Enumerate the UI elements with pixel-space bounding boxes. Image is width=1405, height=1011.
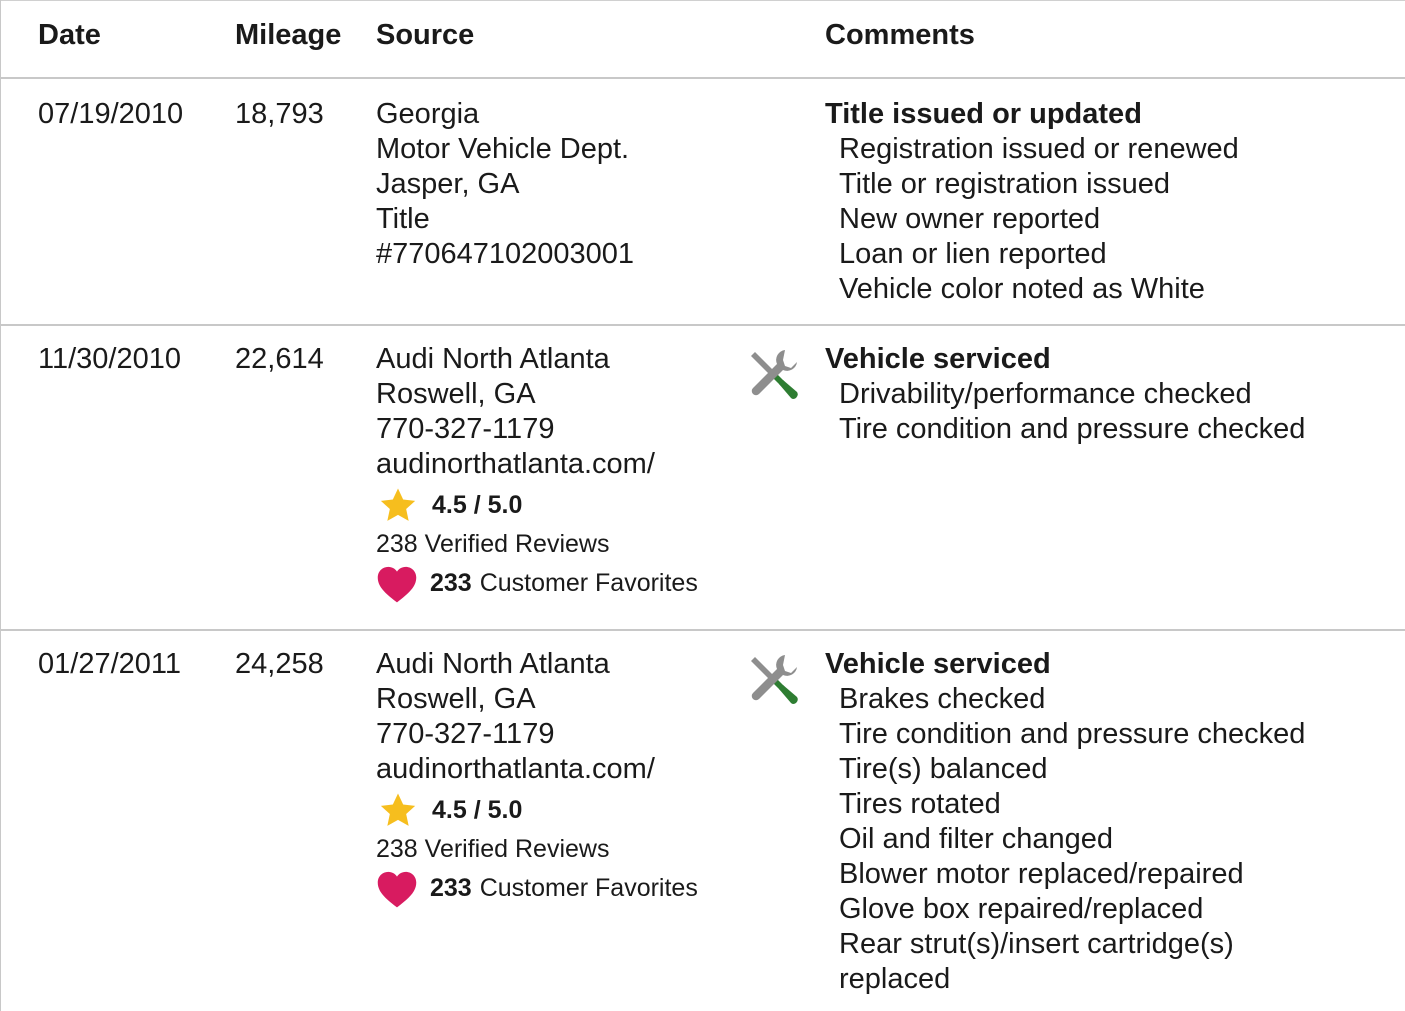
source-line: Georgia <box>376 98 480 130</box>
row-date: 07/19/2010 <box>38 98 184 130</box>
row-source: Audi North Atlanta Roswell, GA 770-327-1… <box>376 647 698 908</box>
table-row: 01/27/2011 24,258 Audi North Atlanta Ros… <box>1 631 1405 1011</box>
comment-item: Oil and filter changed <box>839 823 1114 855</box>
verified-reviews-link[interactable]: 238 Verified Reviews <box>376 830 698 869</box>
star-icon <box>380 793 416 826</box>
service-tools-icon <box>751 655 798 704</box>
comment-item: Brakes checked <box>839 683 1046 715</box>
favorites-count: 233 <box>430 874 472 902</box>
comment-item: Drivability/performance checked <box>839 378 1252 410</box>
comment-title: Title issued or updated <box>825 98 1142 130</box>
star-icon <box>380 488 416 521</box>
dealer-name-link[interactable]: Audi North Atlanta <box>376 647 698 682</box>
dealer-website-link[interactable]: audinorthatlanta.com/ <box>376 752 698 787</box>
table-row: 07/19/2010 18,793 Georgia Motor Vehicle … <box>1 79 1405 326</box>
rating-value: 4.5 / 5.0 <box>432 491 523 519</box>
row-comments: Vehicle serviced Drivability/performance… <box>825 342 1305 447</box>
header-date: Date <box>38 19 101 51</box>
comment-item: Tire condition and pressure checked <box>839 413 1306 445</box>
dealer-rating: 4.5 / 5.0 <box>376 791 698 830</box>
comment-item: Loan or lien reported <box>839 238 1107 270</box>
source-line: Jasper, GA <box>376 168 520 200</box>
header-comments: Comments <box>825 19 975 51</box>
comment-item: Registration issued or renewed <box>839 133 1239 165</box>
comment-item: replaced <box>839 963 951 995</box>
dealer-rating: 4.5 / 5.0 <box>376 486 698 525</box>
dealer-phone[interactable]: 770-327-1179 <box>376 717 698 752</box>
table-header: Date Mileage Source Comments <box>1 0 1405 79</box>
comment-item: Vehicle color noted as White <box>839 273 1205 305</box>
row-comments: Vehicle serviced Brakes checked Tire con… <box>825 647 1305 997</box>
comment-item: Tire(s) balanced <box>839 753 1048 785</box>
source-line: Title <box>376 203 430 235</box>
row-mileage: 22,614 <box>235 343 324 375</box>
customer-favorites: 233 Customer Favorites <box>376 564 698 603</box>
source-line: #770647102003001 <box>376 238 635 270</box>
comment-item: Rear strut(s)/insert cartridge(s) <box>839 928 1234 960</box>
source-line: Motor Vehicle Dept. <box>376 133 630 165</box>
favorites-count: 233 <box>430 569 472 597</box>
comment-item: Tire condition and pressure checked <box>839 718 1306 750</box>
comment-title: Vehicle serviced <box>825 648 1051 680</box>
row-source: Audi North Atlanta Roswell, GA 770-327-1… <box>376 342 698 603</box>
heart-icon <box>377 566 417 602</box>
comment-item: Glove box repaired/replaced <box>839 893 1204 925</box>
header-source: Source <box>376 19 475 51</box>
header-mileage: Mileage <box>235 19 342 51</box>
rating-value: 4.5 / 5.0 <box>432 796 523 824</box>
dealer-location: Roswell, GA <box>376 378 536 410</box>
comment-item: Title or registration issued <box>839 168 1170 200</box>
vehicle-history-table: Date Mileage Source Comments 07/19/2010 … <box>0 0 1405 1011</box>
customer-favorites: 233 Customer Favorites <box>376 869 698 908</box>
row-mileage: 24,258 <box>235 648 324 680</box>
comment-item: Blower motor replaced/repaired <box>839 858 1244 890</box>
row-date: 11/30/2010 <box>38 343 181 375</box>
favorites-label: Customer Favorites <box>479 874 698 902</box>
heart-icon <box>377 871 417 907</box>
dealer-name-link[interactable]: Audi North Atlanta <box>376 342 698 377</box>
comment-item: Tires rotated <box>839 788 1001 820</box>
dealer-location: Roswell, GA <box>376 683 536 715</box>
row-date: 01/27/2011 <box>38 648 181 680</box>
dealer-phone[interactable]: 770-327-1179 <box>376 412 698 447</box>
dealer-website-link[interactable]: audinorthatlanta.com/ <box>376 447 698 482</box>
service-tools-icon <box>751 350 798 399</box>
row-source: Georgia Motor Vehicle Dept. Jasper, GA T… <box>376 97 634 272</box>
table-row: 11/30/2010 22,614 Audi North Atlanta Ros… <box>1 326 1405 631</box>
row-mileage: 18,793 <box>235 98 324 130</box>
comment-title: Vehicle serviced <box>825 343 1051 375</box>
row-comments: Title issued or updated Registration iss… <box>825 97 1239 307</box>
comment-item: New owner reported <box>839 203 1101 235</box>
favorites-label: Customer Favorites <box>479 569 698 597</box>
verified-reviews-link[interactable]: 238 Verified Reviews <box>376 525 698 564</box>
